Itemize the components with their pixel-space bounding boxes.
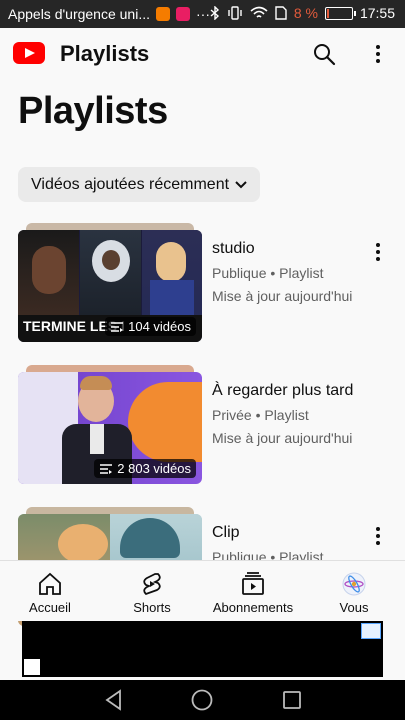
instagram-notification-icon bbox=[176, 7, 190, 21]
playlist-thumbnail[interactable]: TERMINE LES I 104 vidéos bbox=[18, 230, 202, 342]
search-icon[interactable] bbox=[312, 42, 336, 66]
ad-choices-icon[interactable] bbox=[361, 623, 381, 639]
vibrate-icon bbox=[228, 6, 242, 20]
video-count: 2 803 vidéos bbox=[117, 461, 191, 476]
nav-home[interactable]: Accueil bbox=[14, 561, 86, 621]
app-title: Playlists bbox=[60, 41, 150, 66]
home-circle-icon[interactable] bbox=[191, 689, 213, 711]
nav-you[interactable]: Vous bbox=[326, 561, 382, 621]
playlist-title: À regarder plus tard bbox=[212, 382, 354, 399]
back-icon[interactable] bbox=[104, 689, 124, 711]
video-count-badge: 2 803 vidéos bbox=[94, 459, 196, 478]
battery-percent: 8 % bbox=[293, 5, 318, 21]
more-vert-icon[interactable] bbox=[366, 524, 390, 548]
notification-text: Appels d'urgence uni... bbox=[8, 6, 150, 22]
playlist-icon bbox=[100, 463, 113, 474]
sim-icon bbox=[275, 6, 287, 20]
status-bar: Appels d'urgence uni... ··· 8 % 17:55 bbox=[0, 0, 405, 28]
nav-shorts[interactable]: Shorts bbox=[117, 561, 187, 621]
more-vert-icon[interactable] bbox=[366, 240, 390, 264]
playlist-updated: Mise à jour aujourd'hui bbox=[212, 288, 353, 304]
youtube-logo-icon[interactable] bbox=[13, 42, 45, 64]
sort-label: Vidéos ajoutées récemment bbox=[31, 175, 230, 193]
app-bar: Playlists bbox=[0, 28, 405, 80]
sort-dropdown[interactable]: Vidéos ajoutées récemment bbox=[18, 167, 260, 202]
nav-subscriptions[interactable]: Abonnements bbox=[208, 561, 298, 621]
playlist-item-studio[interactable]: TERMINE LES I 104 vidéos studio Publique… bbox=[0, 223, 405, 350]
playlist-meta: Publique • Playlist bbox=[212, 265, 324, 281]
nav-home-label: Accueil bbox=[29, 600, 71, 615]
playlist-updated: Mise à jour aujourd'hui bbox=[212, 430, 353, 446]
chevron-down-icon bbox=[235, 181, 247, 189]
home-icon bbox=[39, 572, 61, 595]
clock: 17:55 bbox=[359, 5, 395, 21]
overflow-dots: ··· bbox=[196, 6, 210, 22]
advertiser-logo bbox=[24, 659, 40, 675]
playlist-title: studio bbox=[212, 240, 255, 257]
playlist-item-watch-later[interactable]: 2 803 vidéos À regarder plus tard Privée… bbox=[0, 365, 405, 492]
playlist-title: Clip bbox=[212, 524, 240, 541]
subscriptions-icon bbox=[242, 572, 264, 595]
battery-icon bbox=[324, 6, 356, 20]
playlist-icon bbox=[111, 321, 124, 332]
shorts-icon bbox=[143, 573, 161, 596]
bottom-nav: Accueil Shorts Abonnements Vous bbox=[0, 560, 405, 621]
nav-you-label: Vous bbox=[339, 600, 369, 615]
playlist-meta: Privée • Playlist bbox=[212, 407, 309, 423]
bluetooth-icon bbox=[210, 6, 219, 20]
video-count: 104 vidéos bbox=[128, 319, 191, 334]
page-title: Playlists bbox=[18, 90, 168, 132]
system-nav-bar bbox=[0, 680, 405, 720]
nav-shorts-label: Shorts bbox=[133, 600, 171, 615]
more-vert-icon[interactable] bbox=[366, 42, 390, 66]
recents-icon[interactable] bbox=[282, 690, 302, 710]
video-count-badge: 104 vidéos bbox=[105, 317, 196, 336]
playlist-thumbnail[interactable]: 2 803 vidéos bbox=[18, 372, 202, 484]
avatar-icon bbox=[342, 572, 366, 596]
app-notification-icon bbox=[156, 7, 170, 21]
wifi-icon bbox=[250, 6, 268, 18]
nav-subscriptions-label: Abonnements bbox=[212, 600, 294, 615]
ad-banner[interactable] bbox=[22, 621, 383, 677]
